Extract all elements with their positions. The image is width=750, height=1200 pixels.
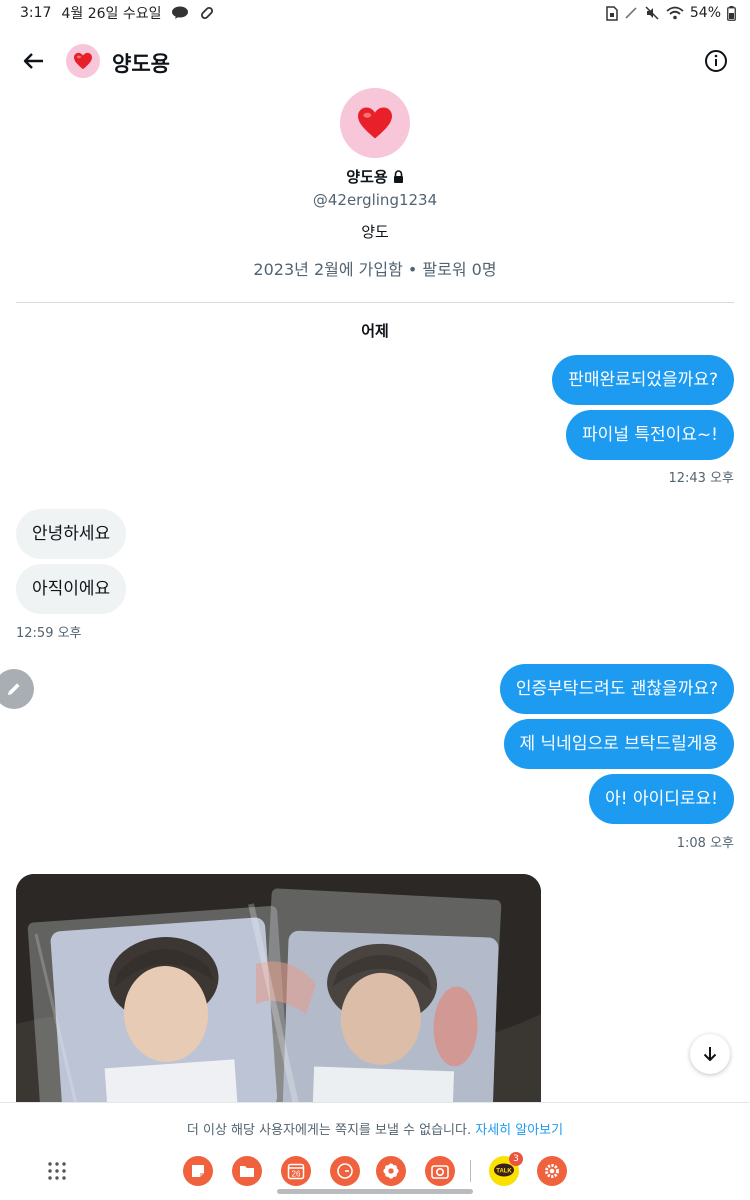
status-date: 4월 26일 수요일 (61, 6, 162, 22)
settings-icon[interactable] (537, 1156, 567, 1186)
pencil-icon (8, 683, 20, 695)
message-timestamp: 1:08 오후 (676, 836, 734, 851)
clock-icon[interactable] (330, 1156, 360, 1186)
arrow-left-icon (23, 53, 43, 69)
day-separator: 어제 (361, 322, 389, 340)
profile-name: 양도용 (346, 168, 388, 186)
header-title: 양도용 (112, 52, 170, 76)
message-bubble-outgoing[interactable]: 판매완료되었을까요? (552, 355, 734, 405)
battery-icon (727, 5, 736, 21)
home-indicator[interactable] (277, 1189, 473, 1194)
back-button[interactable] (18, 46, 48, 76)
header-avatar[interactable] (66, 44, 100, 78)
battery-percent: 54% (689, 5, 721, 21)
camera-icon[interactable] (425, 1156, 455, 1186)
talk-icon (171, 6, 189, 20)
message-bubble-outgoing[interactable]: 파이널 특전이요~! (566, 410, 734, 460)
profile-bio: 양도 (361, 223, 389, 241)
apps-grid-button[interactable] (46, 1160, 68, 1182)
grid-icon (48, 1162, 66, 1180)
profile-handle: @42ergling1234 (312, 191, 438, 209)
cannot-message-notice: 더 이상 해당 사용자에게는 쪽지를 보낼 수 없습니다. 자세히 알아보기 (0, 1102, 750, 1152)
wifi-icon (666, 6, 684, 20)
message-bubble-outgoing[interactable]: 인증부탁드려도 괜찮을까요? (499, 664, 734, 714)
status-time: 3:17 (20, 5, 52, 21)
message-timestamp: 12:43 오후 (668, 471, 734, 486)
profile-summary: 양도용 @42ergling1234 양도 2023년 2월에 가입함 • 팔로… (0, 88, 750, 280)
notification-badge: 3 (509, 1152, 523, 1166)
status-bar: 3:17 4월 26일 수요일 54% (0, 0, 750, 26)
profile-avatar[interactable] (340, 88, 410, 158)
notice-text: 더 이상 해당 사용자에게는 쪽지를 보낼 수 없습니다. (186, 1123, 472, 1138)
message-bubble-outgoing[interactable]: 제 닉네임으로 브탁드릴게용 (503, 719, 734, 769)
message-bubble-incoming[interactable]: 안녕하세요 (16, 509, 127, 559)
conversation-header: 양도용 (0, 34, 750, 88)
scroll-to-bottom-button[interactable] (690, 1034, 730, 1074)
info-button[interactable] (702, 47, 730, 75)
mute-icon (644, 5, 660, 21)
message-bubble-outgoing[interactable]: 아! 아이디로요! (589, 774, 734, 824)
calendar-day: 26 (292, 1170, 301, 1179)
sim-icon (606, 5, 618, 21)
kakaotalk-label: TALK (496, 1169, 512, 1175)
message-bubble-incoming[interactable]: 아직이에요 (16, 564, 127, 614)
pill-icon (199, 5, 215, 21)
message-timestamp: 12:59 오후 (16, 626, 82, 641)
files-icon[interactable] (232, 1156, 262, 1186)
heart-icon (358, 107, 392, 139)
edit-floating-button[interactable] (0, 669, 34, 709)
arrow-down-icon (703, 1047, 717, 1061)
photocard-image (16, 874, 541, 1104)
profile-name-row: 양도용 (0, 166, 750, 187)
info-icon (705, 50, 727, 72)
profile-meta: 2023년 2월에 가입함 • 팔로워 0명 (253, 260, 497, 279)
photo-message[interactable] (16, 874, 541, 1104)
learn-more-link[interactable]: 자세히 알아보기 (475, 1123, 563, 1138)
calendar-icon[interactable]: 26 (281, 1156, 311, 1186)
no-signal-icon (624, 6, 638, 20)
heart-icon (74, 52, 92, 70)
gallery-icon[interactable] (376, 1156, 406, 1186)
taskbar-divider (470, 1160, 471, 1182)
kakaotalk-icon[interactable]: TALK 3 (489, 1152, 523, 1186)
divider (16, 302, 734, 303)
lock-icon (393, 170, 403, 183)
notes-icon[interactable] (183, 1156, 213, 1186)
